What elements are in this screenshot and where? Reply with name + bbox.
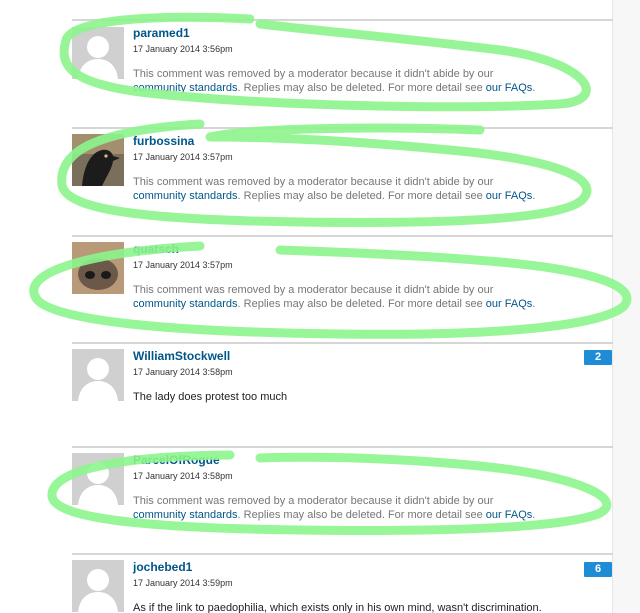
comment-username[interactable]: ParcelOfRogue [133, 453, 220, 467]
comment-divider [72, 127, 613, 129]
faqs-link[interactable]: our FAQs [486, 190, 532, 202]
comment-username[interactable]: furbossina [133, 134, 194, 148]
removed-comment-notice: This comment was removed by a moderator … [133, 283, 603, 311]
comment-divider [72, 553, 613, 555]
removed-comment-notice: This comment was removed by a moderator … [133, 67, 603, 95]
comment-timestamp[interactable]: 17 January 2014 3:58pm [133, 367, 233, 377]
faqs-link[interactable]: our FAQs [486, 82, 532, 94]
removed-text: . Replies may also be deleted. For more … [237, 298, 486, 310]
removed-text: This comment was removed by a moderator … [133, 495, 494, 507]
default-avatar-icon[interactable] [72, 349, 124, 401]
removed-text: . Replies may also be deleted. For more … [237, 190, 486, 202]
removed-comment-notice: This comment was removed by a moderator … [133, 494, 603, 522]
comment-divider [72, 19, 613, 21]
removed-text: . [532, 298, 536, 310]
comment-divider [72, 235, 613, 237]
comment-card: ParcelOfRogue 17 January 2014 3:58pm Thi… [72, 446, 613, 546]
animal-nose-avatar-icon[interactable] [72, 242, 124, 294]
removed-text: This comment was removed by a moderator … [133, 284, 494, 296]
community-standards-link[interactable]: community standards [133, 190, 238, 202]
comment-timestamp[interactable]: 17 January 2014 3:57pm [133, 260, 233, 270]
removed-comment-notice: This comment was removed by a moderator … [133, 175, 603, 203]
comment-username[interactable]: paramed1 [133, 26, 190, 40]
default-avatar-icon[interactable] [72, 560, 124, 612]
reply-count-badge[interactable]: 2 [584, 350, 612, 365]
removed-text: . [532, 190, 536, 202]
bird-photo-avatar-icon[interactable] [72, 134, 124, 186]
comment-card: quatsch 17 January 2014 3:57pm This comm… [72, 235, 613, 335]
reply-count-badge[interactable]: 6 [584, 562, 612, 577]
removed-text: This comment was removed by a moderator … [133, 176, 494, 188]
comment-divider [72, 446, 613, 448]
removed-text: . Replies may also be deleted. For more … [237, 82, 486, 94]
faqs-link[interactable]: our FAQs [486, 509, 532, 521]
comment-divider [72, 342, 613, 344]
comment-username[interactable]: quatsch [133, 242, 179, 256]
removed-text: This comment was removed by a moderator … [133, 68, 494, 80]
comment-username[interactable]: WilliamStockwell [133, 349, 230, 363]
removed-text: . [532, 82, 536, 94]
comment-timestamp[interactable]: 17 January 2014 3:59pm [133, 578, 233, 588]
comment-card: paramed1 17 January 2014 3:56pm This com… [72, 19, 613, 119]
comment-username[interactable]: jochebed1 [133, 560, 192, 574]
comment-text: As if the link to paedophilia, which exi… [133, 602, 542, 613]
community-standards-link[interactable]: community standards [133, 82, 238, 94]
page-edge [612, 0, 640, 613]
community-standards-link[interactable]: community standards [133, 509, 238, 521]
faqs-link[interactable]: our FAQs [486, 298, 532, 310]
comment-card: furbossina 17 January 2014 3:57pm This c… [72, 127, 613, 227]
comment-timestamp[interactable]: 17 January 2014 3:58pm [133, 471, 233, 481]
comment-card: WilliamStockwell 17 January 2014 3:58pm … [72, 342, 613, 447]
comment-timestamp[interactable]: 17 January 2014 3:56pm [133, 44, 233, 54]
default-avatar-icon[interactable] [72, 27, 124, 79]
comment-card: jochebed1 17 January 2014 3:59pm 6 As if… [72, 553, 613, 613]
comment-text: The lady does protest too much [133, 391, 288, 403]
community-standards-link[interactable]: community standards [133, 298, 238, 310]
default-avatar-icon[interactable] [72, 453, 124, 505]
comment-timestamp[interactable]: 17 January 2014 3:57pm [133, 152, 233, 162]
removed-text: . [532, 509, 536, 521]
removed-text: . Replies may also be deleted. For more … [237, 509, 486, 521]
